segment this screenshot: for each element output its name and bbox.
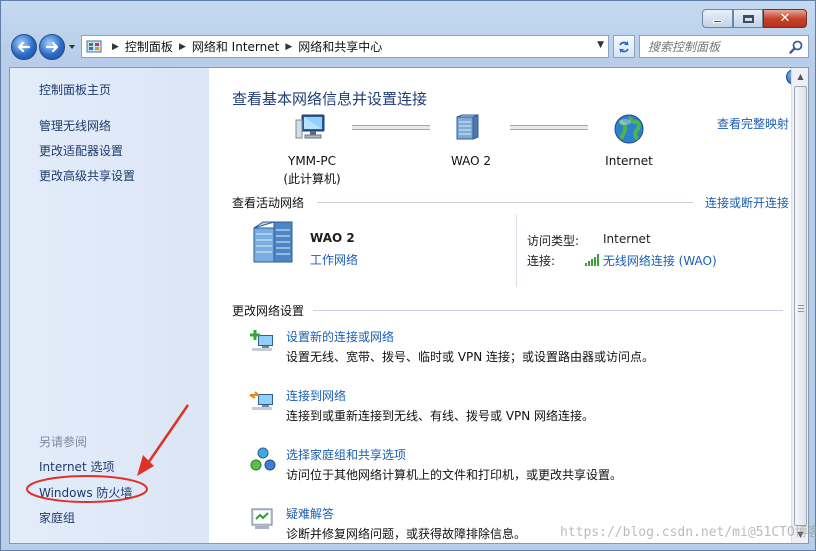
sidebar-item-advanced-sharing[interactable]: 更改高级共享设置 [39, 167, 135, 184]
computer-icon [295, 114, 325, 139]
connection-line [352, 125, 430, 130]
minimize-icon [713, 19, 722, 23]
wireless-connection-link[interactable]: 无线网络连接 (WAO) [603, 254, 717, 268]
content-area: 控制面板主页 管理无线网络 更改适配器设置 更改高级共享设置 另请参阅 Inte… [9, 67, 809, 544]
connection-line [510, 125, 588, 130]
search-box[interactable] [639, 35, 809, 58]
breadcrumb-control-panel[interactable]: 控制面板 [125, 38, 173, 55]
change-settings-heading: 更改网络设置 [232, 304, 305, 318]
task-description: 连接到或重新连接到无线、有线、拨号或 VPN 网络连接。 [286, 409, 595, 423]
task-description: 诊断并修复网络问题，或获得故障排除信息。 [286, 527, 527, 541]
refresh-button[interactable] [613, 35, 635, 58]
sidebar-item-control-panel-home[interactable]: 控制面板主页 [39, 81, 111, 98]
control-panel-icon [86, 40, 102, 52]
access-type-value: Internet [603, 232, 651, 246]
connection-value[interactable]: 无线网络连接 (WAO) [585, 252, 717, 269]
troubleshoot-icon [251, 508, 273, 529]
close-button[interactable]: ✕ [763, 9, 807, 28]
network-icon [456, 114, 479, 140]
main-pane: ? 查看基本网络信息并设置连接 查看完整映射 [209, 68, 802, 543]
page-title: 查看基本网络信息并设置连接 [232, 90, 428, 108]
vertical-scrollbar[interactable]: ▲ ▼ [791, 68, 808, 543]
sidebar-item-adapter-settings[interactable]: 更改适配器设置 [39, 142, 123, 159]
connect-disconnect-link[interactable]: 连接或断开连接 [705, 194, 789, 211]
scrollbar-grip-icon [798, 305, 804, 312]
minimize-button[interactable] [702, 9, 733, 28]
scrollbar-thumb[interactable] [794, 86, 807, 526]
homegroup-icon [250, 447, 276, 471]
breadcrumb-network-sharing-center[interactable]: 网络和共享中心 [298, 38, 382, 55]
task-title[interactable]: 连接到网络 [286, 387, 346, 404]
access-type-label: 访问类型: [527, 234, 580, 248]
active-network-name: WAO 2 [310, 231, 355, 245]
breadcrumb-separator-icon: ▶ [112, 41, 119, 52]
sidebar-item-homegroup[interactable]: 家庭组 [39, 509, 75, 526]
navigation-toolbar: ▶ 控制面板 ▶ 网络和 Internet ▶ 网络和共享中心 ▼ [7, 34, 811, 60]
internet-globe-icon [614, 114, 644, 144]
forward-arrow-icon [45, 41, 59, 53]
scroll-up-icon[interactable]: ▲ [793, 68, 808, 85]
recent-pages-dropdown-icon[interactable] [67, 42, 77, 52]
section-divider [317, 202, 693, 203]
task-description: 设置无线、宽带、拨号、临时或 VPN 连接；或设置路由器或访问点。 [286, 350, 655, 364]
connections-label: 连接: [527, 254, 556, 268]
view-full-map-link[interactable]: 查看完整映射 [717, 115, 789, 132]
search-input[interactable] [648, 39, 788, 54]
network-building-icon [253, 221, 293, 263]
back-arrow-icon [17, 41, 31, 53]
task-title[interactable]: 疑难解答 [286, 505, 334, 522]
task-title[interactable]: 选择家庭组和共享选项 [286, 446, 406, 463]
back-button[interactable] [11, 34, 37, 60]
task-description: 访问位于其他网络计算机上的文件和打印机，或更改共享设置。 [286, 468, 623, 482]
active-networks-heading: 查看活动网络 [232, 196, 305, 210]
sidebar-item-manage-wireless[interactable]: 管理无线网络 [39, 117, 111, 134]
sidebar-item-windows-firewall[interactable]: Windows 防火墙 [39, 484, 132, 501]
window-frame: ✕ ▶ 控制面板 ▶ 网络和 Internet ▶ 网络和共享中心 ▼ 搜索控制… [0, 0, 816, 551]
forward-button[interactable] [39, 34, 65, 60]
close-icon: ✕ [779, 11, 791, 26]
breadcrumb-network-internet[interactable]: 网络和 Internet [192, 38, 279, 55]
address-dropdown-icon[interactable]: ▼ [597, 40, 604, 50]
left-nav-pane: 控制面板主页 管理无线网络 更改适配器设置 更改高级共享设置 另请参阅 Inte… [10, 68, 209, 543]
connect-network-icon [249, 391, 273, 410]
refresh-icon [619, 40, 629, 53]
caption-buttons: ✕ [702, 9, 807, 28]
computer-name: YMM-PC [288, 154, 336, 168]
network-type-link[interactable]: 工作网络 [310, 251, 358, 268]
computer-subtitle: (此计算机) [283, 172, 341, 186]
vertical-divider [516, 215, 517, 287]
map-node-internet: Internet [605, 154, 653, 168]
maximize-button[interactable] [733, 9, 763, 28]
breadcrumb-separator-icon: ▶ [285, 41, 293, 52]
sidebar-item-internet-options[interactable]: Internet 选项 [39, 458, 114, 475]
search-icon[interactable] [789, 40, 803, 54]
wireless-signal-icon [585, 254, 599, 266]
watermark: https://blog.csdn.net/mi@51CTO博客 [560, 525, 816, 540]
map-node-network: WAO 2 [450, 154, 492, 168]
breadcrumb-separator-icon: ▶ [178, 41, 186, 52]
see-also-heading: 另请参阅 [39, 435, 88, 449]
task-title[interactable]: 设置新的连接或网络 [286, 328, 394, 345]
maximize-icon [742, 14, 754, 23]
new-connection-icon [250, 330, 273, 351]
map-node-computer: YMM-PC (此计算机) [273, 154, 351, 187]
section-divider [313, 310, 783, 311]
address-bar[interactable]: ▶ 控制面板 ▶ 网络和 Internet ▶ 网络和共享中心 ▼ [81, 35, 609, 58]
